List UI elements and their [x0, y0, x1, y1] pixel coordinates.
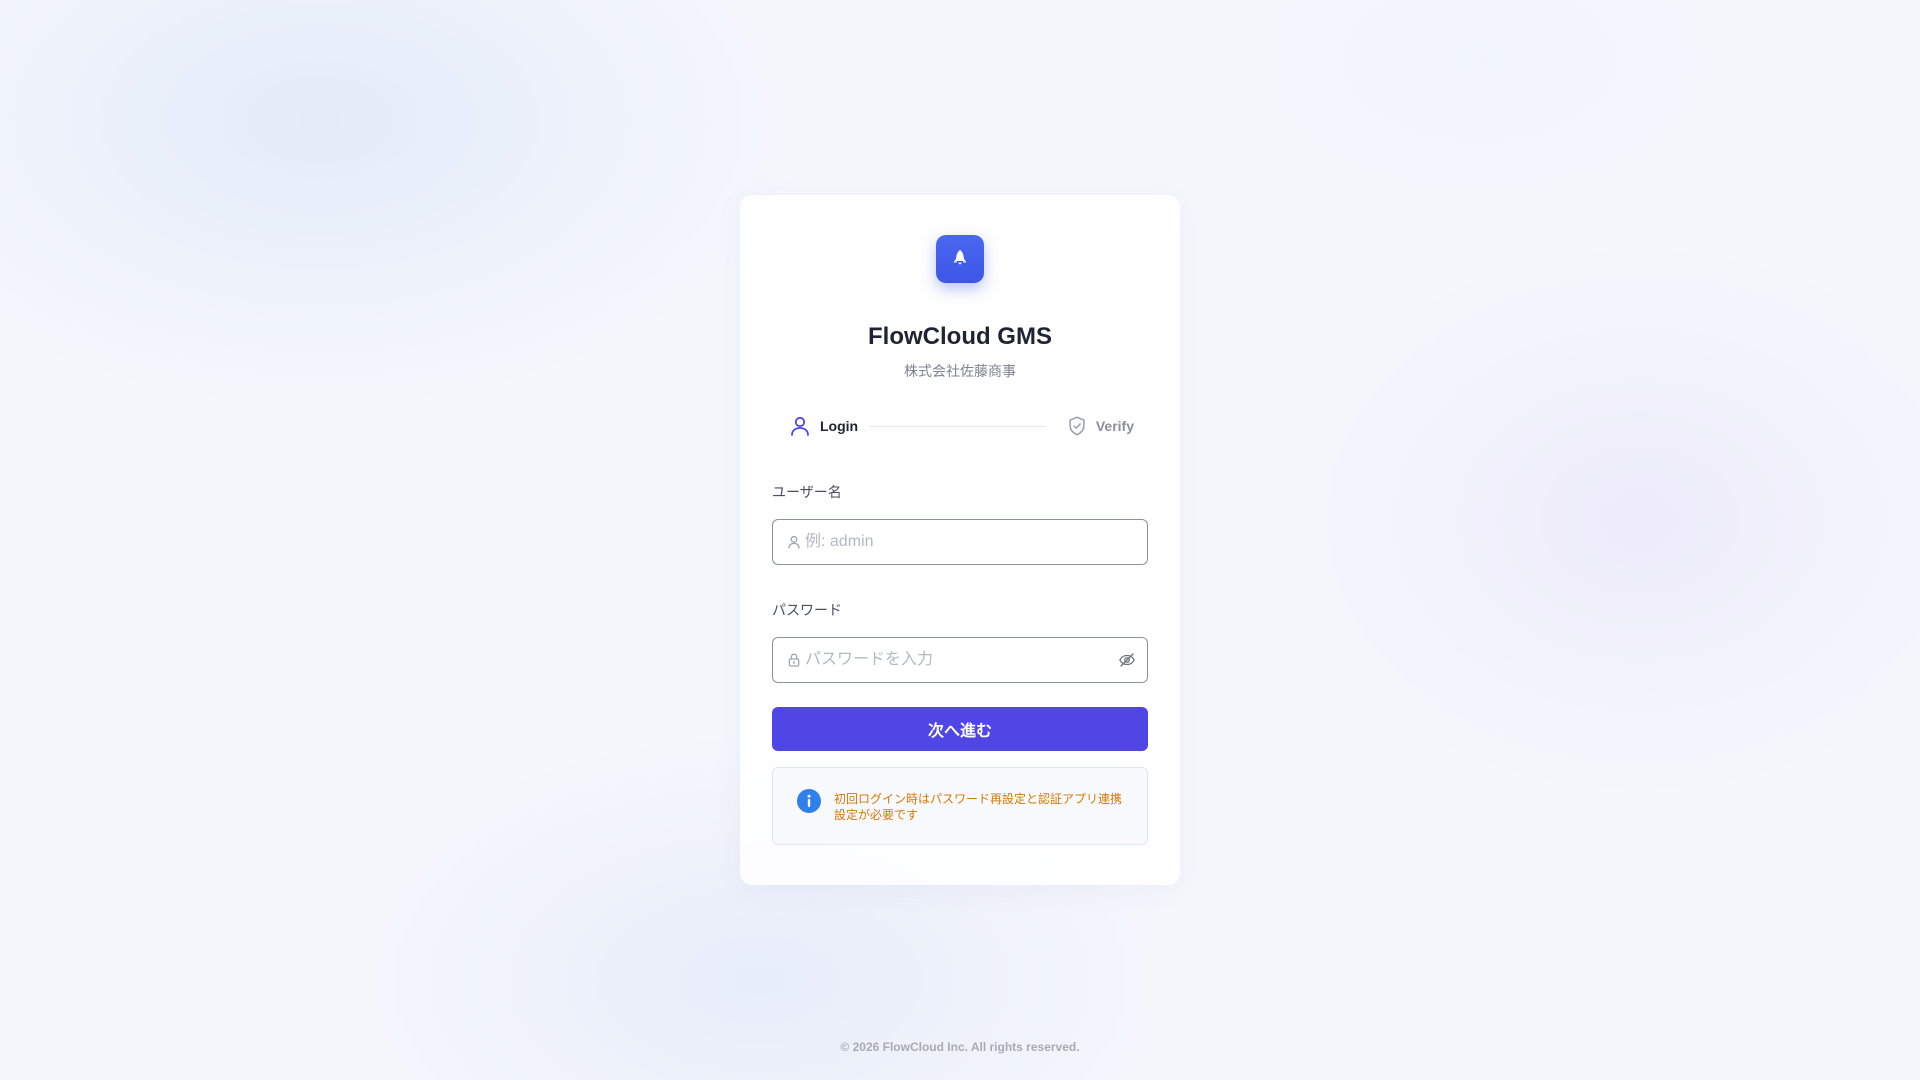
username-label: ユーザー名 [772, 484, 842, 500]
step-indicator: Login Verify [788, 411, 1134, 441]
info-icon [797, 789, 821, 813]
eye-off-icon[interactable] [1117, 650, 1137, 670]
step-verify: Verify [1066, 411, 1134, 441]
step-login-label: Login [820, 418, 859, 434]
step-login: Login [788, 411, 858, 441]
step-connector [870, 426, 1046, 427]
password-field[interactable] [772, 637, 1148, 683]
shield-check-icon [1069, 416, 1085, 436]
user-icon [791, 416, 809, 436]
notice-text: 初回ログイン時はパスワード再設定と認証アプリ連携設定が必要です [834, 792, 1123, 822]
company-name: 株式会社佐藤商事 [904, 363, 1016, 379]
user-icon [785, 533, 803, 551]
password-label: パスワード [772, 602, 842, 618]
login-card: FlowCloud GMS 株式会社佐藤商事 Login Verify ユーザー… [740, 195, 1180, 885]
step-verify-label: Verify [1095, 418, 1134, 434]
password-input[interactable] [805, 640, 1117, 680]
rocket-icon [953, 249, 967, 265]
info-notice: 初回ログイン時はパスワード再設定と認証アプリ連携設定が必要です [772, 767, 1148, 845]
footer-copyright: © 2026 FlowCloud Inc. All rights reserve… [840, 1040, 1080, 1054]
username-field[interactable] [772, 519, 1148, 565]
app-title: FlowCloud GMS [868, 323, 1052, 350]
lock-icon [785, 651, 803, 669]
app-logo [936, 235, 984, 283]
username-input[interactable] [805, 522, 1147, 562]
next-button[interactable]: 次へ進む [772, 707, 1148, 751]
